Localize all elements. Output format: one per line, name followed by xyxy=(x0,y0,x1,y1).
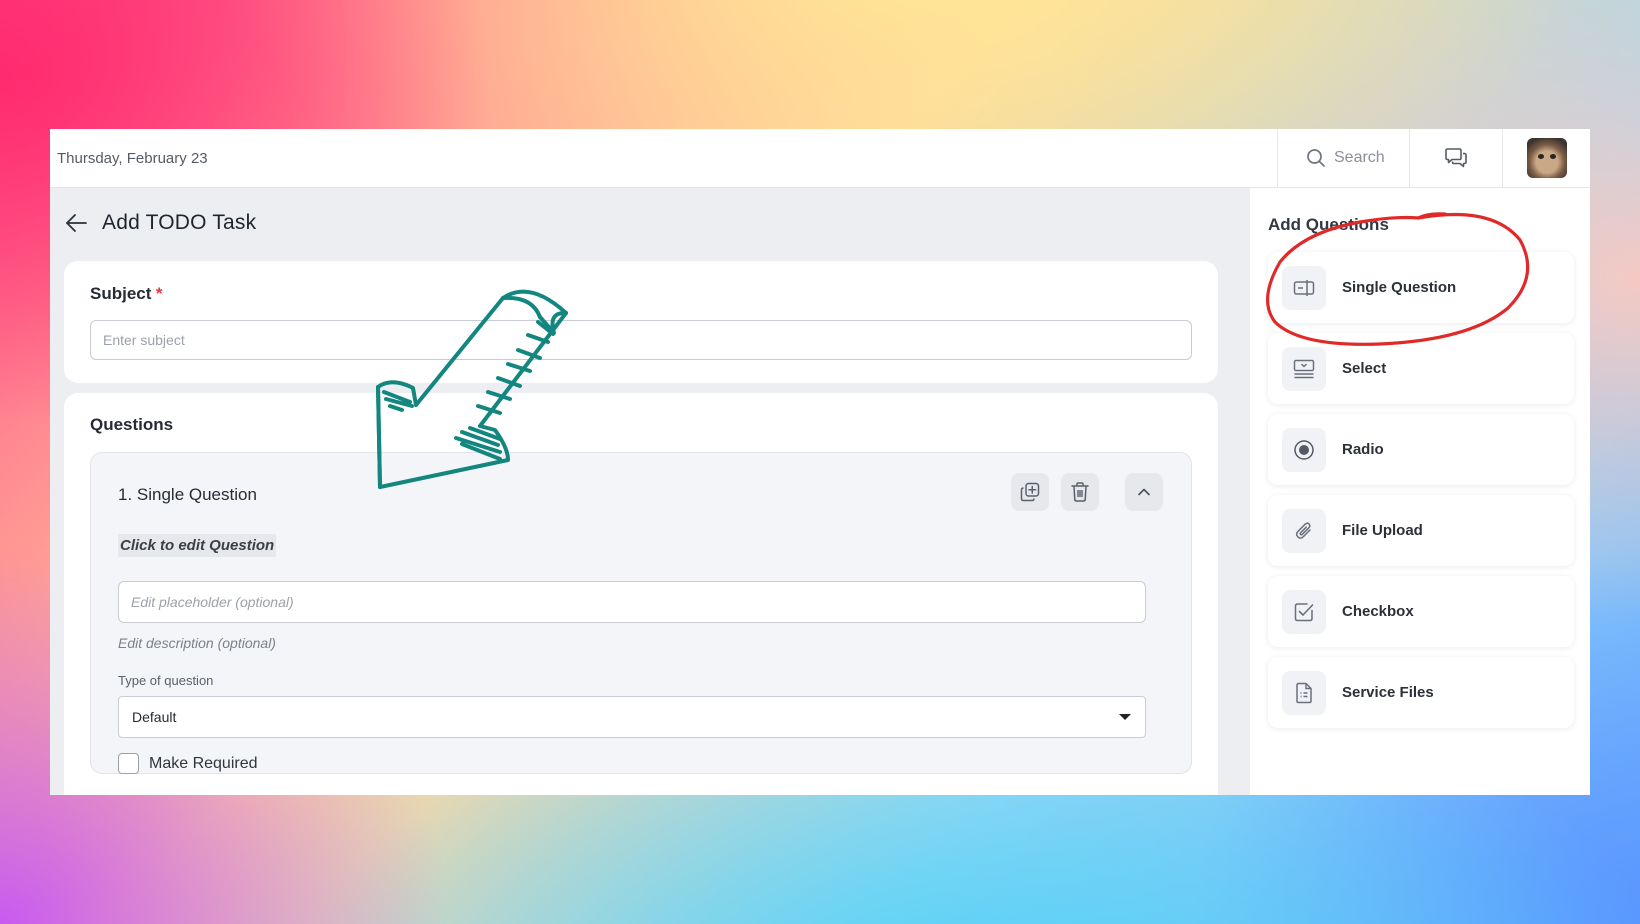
add-select-button[interactable]: Select xyxy=(1268,333,1574,404)
question-type-value: Default xyxy=(132,709,177,725)
add-radio-button[interactable]: Radio xyxy=(1268,414,1574,485)
side-item-label: File Upload xyxy=(1342,522,1423,539)
add-file-upload-button[interactable]: File Upload xyxy=(1268,495,1574,566)
make-required-label: Make Required xyxy=(149,754,258,772)
select-list-icon xyxy=(1282,346,1326,391)
edit-description-link[interactable]: Edit description (optional) xyxy=(118,635,276,651)
subject-label-text: Subject xyxy=(90,284,152,303)
edit-question-text[interactable]: Click to edit Question xyxy=(118,534,277,557)
search-icon xyxy=(1307,149,1325,167)
question-title: 1. Single Question xyxy=(118,485,257,504)
subject-card: Subject * xyxy=(64,261,1218,383)
side-item-label: Select xyxy=(1342,360,1387,377)
page-header: Add TODO Task xyxy=(64,211,256,235)
add-questions-panel: Add Questions Single Question Select Rad… xyxy=(1250,188,1590,795)
question-type-select[interactable]: Default xyxy=(118,696,1146,738)
add-service-files-button[interactable]: Service Files xyxy=(1268,657,1574,728)
duplicate-question-button[interactable] xyxy=(1011,473,1049,511)
make-required-row[interactable]: Make Required xyxy=(118,753,258,774)
top-bar: Thursday, February 23 Search xyxy=(50,129,1590,188)
placeholder-input[interactable] xyxy=(118,581,1146,623)
question-item: 1. Single Question Click to edit Questio… xyxy=(90,452,1192,774)
add-questions-title: Add Questions xyxy=(1268,215,1389,234)
trash-icon xyxy=(1071,482,1089,502)
questions-card: Questions 1. Single Question Click to ed… xyxy=(64,393,1218,795)
checkbox-icon xyxy=(1282,589,1326,634)
input-field-icon xyxy=(1282,265,1326,310)
search-button[interactable]: Search xyxy=(1277,129,1409,187)
questions-label: Questions xyxy=(90,415,174,434)
subject-label: Subject * xyxy=(90,284,162,304)
date-label: Thursday, February 23 xyxy=(57,150,208,167)
delete-question-button[interactable] xyxy=(1061,473,1099,511)
chat-icon xyxy=(1445,148,1467,168)
avatar xyxy=(1526,138,1567,178)
question-type-label: Type of question xyxy=(118,673,214,688)
back-arrow-icon[interactable] xyxy=(64,211,88,235)
collapse-question-button[interactable] xyxy=(1125,473,1163,511)
required-asterisk: * xyxy=(155,284,163,303)
side-item-label: Service Files xyxy=(1342,684,1434,701)
subject-input[interactable] xyxy=(90,320,1192,360)
radio-icon xyxy=(1282,427,1326,472)
add-checkbox-button[interactable]: Checkbox xyxy=(1268,576,1574,647)
paperclip-icon xyxy=(1282,508,1326,553)
side-item-label: Single Question xyxy=(1342,279,1457,296)
app-window: Thursday, February 23 Search Add TODO Ta… xyxy=(50,129,1590,795)
search-label: Search xyxy=(1334,149,1385,166)
document-icon xyxy=(1282,670,1326,715)
side-item-label: Radio xyxy=(1342,441,1384,458)
add-single-question-button[interactable]: Single Question xyxy=(1268,252,1574,323)
user-avatar-button[interactable] xyxy=(1502,129,1590,187)
side-item-label: Checkbox xyxy=(1342,603,1414,620)
make-required-checkbox[interactable] xyxy=(118,753,139,774)
messages-button[interactable] xyxy=(1409,129,1502,187)
chevron-up-icon xyxy=(1138,488,1150,496)
question-actions xyxy=(1011,473,1163,511)
duplicate-icon xyxy=(1020,482,1040,502)
caret-down-icon xyxy=(1119,714,1131,720)
page-title: Add TODO Task xyxy=(102,211,257,234)
